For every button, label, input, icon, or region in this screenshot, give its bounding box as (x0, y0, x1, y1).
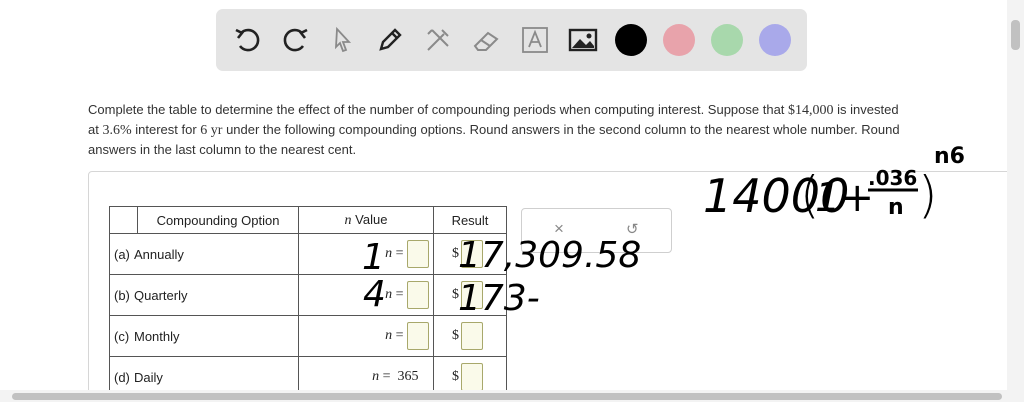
row-label: Monthly (134, 328, 180, 344)
n-input-annually[interactable] (407, 240, 429, 268)
n-value-daily: 365 (397, 369, 419, 384)
row-letter: (c) (114, 328, 130, 344)
result-input-quarterly[interactable] (461, 281, 483, 309)
tools-icon[interactable] (420, 22, 456, 58)
scroll-thumb[interactable] (12, 393, 1002, 400)
text-icon[interactable] (517, 22, 553, 58)
answer-controls: × ↺ (521, 208, 672, 253)
problem-statement: Complete the table to determine the effe… (88, 102, 900, 157)
pen-icon[interactable] (372, 22, 408, 58)
color-swatch-pink[interactable] (663, 24, 695, 56)
result-input-daily[interactable] (461, 363, 483, 391)
row-label: Annually (134, 246, 184, 262)
redo-icon[interactable] (277, 22, 313, 58)
row-letter: (b) (114, 287, 130, 303)
image-icon[interactable] (565, 22, 601, 58)
table-header-n: n Value (298, 206, 434, 234)
table-row: (c) Monthly n = $ (109, 315, 507, 357)
handwritten-exponent: n6 (934, 144, 965, 169)
table-header-option: Compounding Option (137, 206, 299, 234)
color-swatch-green[interactable] (711, 24, 743, 56)
row-letter: (d) (114, 369, 130, 385)
scroll-thumb[interactable] (1011, 20, 1020, 50)
table-row: (a) Annually n = $ (109, 233, 507, 275)
vertical-scrollbar[interactable] (1007, 0, 1024, 402)
horizontal-scrollbar[interactable] (0, 390, 1007, 402)
row-label: Daily (134, 369, 163, 385)
table-row: (b) Quarterly n = $ (109, 274, 507, 316)
row-label: Quarterly (134, 287, 188, 303)
table-header-result: Result (433, 206, 507, 234)
reset-button[interactable]: ↺ (626, 220, 639, 238)
eraser-icon[interactable] (468, 22, 504, 58)
result-input-monthly[interactable] (461, 322, 483, 350)
n-input-monthly[interactable] (407, 322, 429, 350)
clear-button[interactable]: × (554, 219, 564, 239)
n-input-quarterly[interactable] (407, 281, 429, 309)
row-letter: (a) (114, 246, 130, 262)
color-swatch-purple[interactable] (759, 24, 791, 56)
pointer-icon[interactable] (325, 22, 361, 58)
compounding-table: Compounding Option n Value Result (a) Ann… (109, 206, 507, 398)
undo-icon[interactable] (230, 22, 266, 58)
color-swatch-black[interactable] (615, 24, 647, 56)
table-header-blank (109, 206, 138, 234)
result-input-annually[interactable] (461, 240, 483, 268)
